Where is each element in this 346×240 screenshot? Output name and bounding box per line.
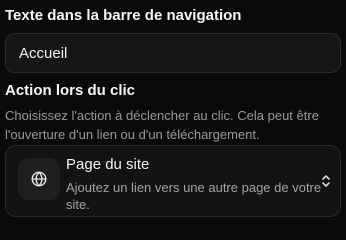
- nav-text-label: Texte dans la barre de navigation: [5, 7, 242, 24]
- globe-icon: [18, 158, 60, 200]
- click-action-select[interactable]: Page du site Ajoutez un lien vers une au…: [5, 145, 341, 217]
- select-option-title: Page du site: [66, 156, 150, 173]
- click-action-help: Choisissez l'action à déclencher au clic…: [5, 108, 319, 142]
- nav-text-value: Accueil: [19, 44, 68, 62]
- select-option-description: Ajoutez un lien vers une autre page de v…: [66, 180, 322, 212]
- click-action-label: Action lors du clic: [5, 82, 136, 99]
- chevron-up-down-icon[interactable]: [320, 173, 332, 189]
- nav-text-input[interactable]: Accueil: [5, 33, 341, 73]
